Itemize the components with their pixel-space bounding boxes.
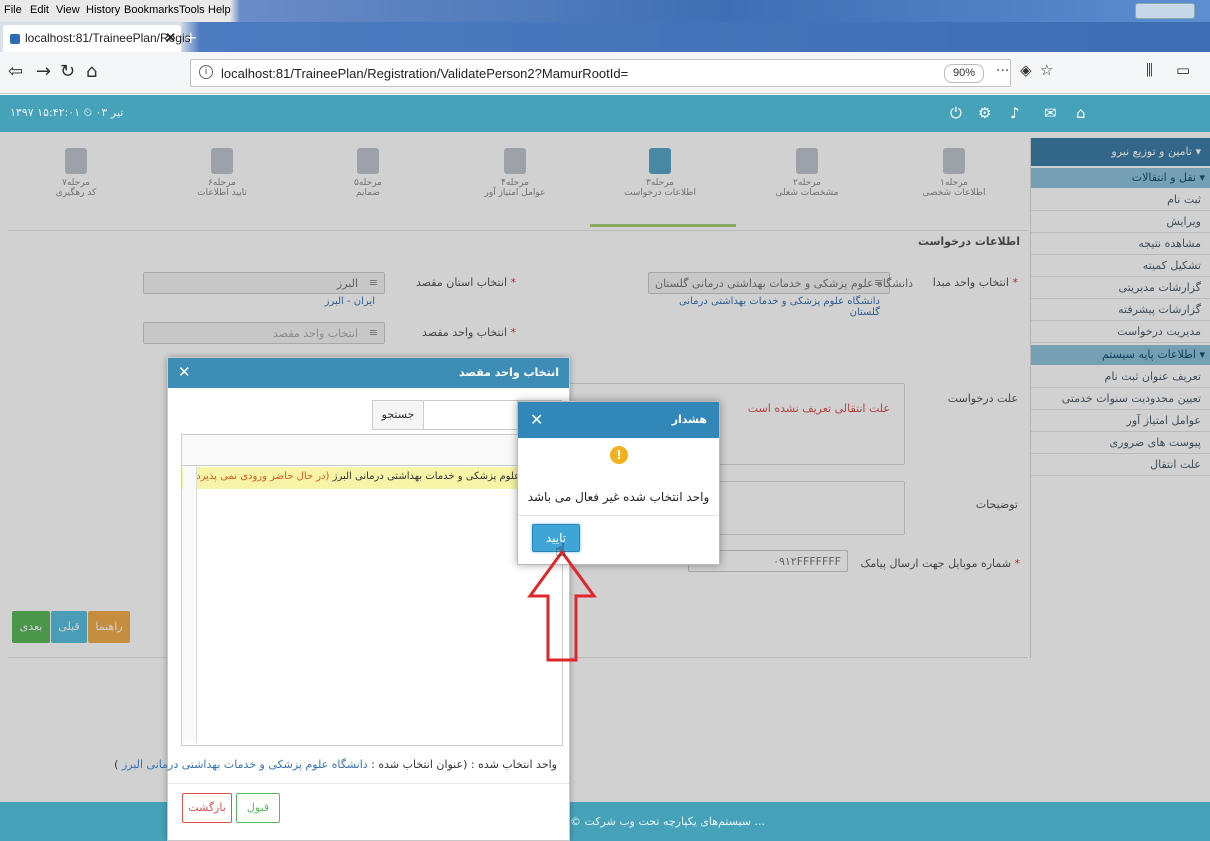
reload-icon[interactable]: ↻ (60, 61, 75, 82)
selected-value: دانشگاه علوم پزشکی و خدمات بهداشتی درمان… (121, 758, 368, 771)
app-header: ۱۳۹۷ تیر ۰۳ ⏲ ۱۵:۴۲:۰۱ ⏻ ⚙ ♪ ✉ ⌂ (0, 95, 1210, 132)
menu-edit[interactable]: Edit (30, 4, 49, 16)
page-actions-icon[interactable]: ··· (996, 63, 1009, 79)
power-icon[interactable]: ⏻ (950, 104, 962, 122)
url-text: localhost:81/TraineePlan/Registration/Va… (221, 66, 629, 81)
warning-header: هشدار ✕ (518, 402, 719, 438)
grid-header: واحد (182, 435, 562, 466)
row-status: (در حال حاضر ورودی نمی پذیرد) (192, 471, 330, 482)
favicon-icon (10, 34, 20, 44)
home-icon[interactable]: ⌂ (86, 61, 97, 82)
accept-button[interactable]: قبول (236, 793, 280, 823)
selected-info: واحد انتخاب شده : (عنوان انتخاب شده : دا… (114, 758, 557, 771)
menu-bookmarks[interactable]: Bookmarks (124, 4, 179, 16)
table-row[interactable]: دانشگاه علوم پزشکی و خدمات بهداشتی درمان… (182, 467, 562, 489)
sidebar-toggle-icon[interactable]: ▭ (1176, 61, 1190, 79)
pocket-icon[interactable]: ◈ (1020, 61, 1032, 79)
zoom-indicator[interactable]: 90% (944, 64, 984, 83)
mail-icon[interactable]: ✉ (1044, 104, 1057, 122)
menu-history[interactable]: History (86, 4, 120, 16)
menu-tools[interactable]: Tools (179, 4, 205, 16)
selected-prefix: واحد انتخاب شده : (عنوان انتخاب شده : (371, 758, 557, 771)
close-tab-icon[interactable]: ✕ (165, 30, 176, 46)
browser-menu-bar: File Edit View History Bookmarks Tools H… (0, 0, 1210, 22)
window-controls[interactable] (1135, 3, 1195, 19)
browser-tab[interactable]: localhost:81/TraineePlan/Regis ✕ (3, 25, 191, 52)
divider (168, 783, 569, 784)
divider (518, 515, 719, 516)
select-destination-dialog: انتخاب واحد مقصد ✕ واحد ... جستجو واحد د… (114, 357, 570, 841)
menu-view[interactable]: View (56, 4, 80, 16)
close-icon[interactable]: ✕ (530, 410, 543, 429)
dialog-title: انتخاب واحد مقصد (459, 366, 559, 379)
menu-help[interactable]: Help (208, 4, 231, 16)
scrollbar[interactable] (183, 467, 197, 743)
hand-cursor-icon: ☝ (555, 540, 566, 561)
annotation-arrow-icon (527, 549, 597, 662)
warning-dialog: هشدار ✕ ! واحد انتخاب شده غیر فعال می با… (517, 401, 720, 565)
bookmark-star-icon[interactable]: ☆ (1040, 61, 1053, 79)
new-tab-icon[interactable]: + (184, 28, 197, 47)
close-icon[interactable]: ✕ (178, 363, 191, 381)
browser-nav-bar: ⇦ → ↻ ⌂ i localhost:81/TraineePlan/Regis… (0, 52, 1210, 94)
selected-suffix: ) (114, 758, 119, 771)
library-icon[interactable]: ⫼ (1146, 61, 1153, 79)
back-button[interactable]: بازگشت (182, 793, 232, 823)
browser-tab-bar: localhost:81/TraineePlan/Regis ✕ + (0, 22, 1210, 52)
footer-text: © سیستم‌های یکپارچه تحت وب شرکت ... (570, 815, 766, 828)
forward-icon[interactable]: → (36, 61, 51, 82)
bell-icon[interactable]: ♪ (1010, 104, 1020, 122)
datetime: ۱۳۹۷ تیر ۰۳ ⏲ ۱۵:۴۲:۰۱ (10, 106, 124, 119)
dialog-header: انتخاب واحد مقصد ✕ (168, 358, 569, 388)
url-bar[interactable]: i localhost:81/TraineePlan/Registration/… (190, 59, 1011, 87)
back-icon[interactable]: ⇦ (8, 61, 23, 82)
warning-title: هشدار (671, 413, 707, 426)
info-icon[interactable]: i (199, 65, 213, 79)
search-button[interactable]: جستجو (372, 400, 424, 430)
warning-icon: ! (610, 446, 628, 464)
gear-icon[interactable]: ⚙ (978, 104, 991, 122)
menu-file[interactable]: File (4, 4, 22, 16)
arrow-shape (527, 549, 597, 662)
warning-message: واحد انتخاب شده غیر فعال می باشد (527, 490, 710, 504)
unit-grid: واحد دانشگاه علوم پزشکی و خدمات بهداشتی … (181, 434, 563, 746)
home-app-icon[interactable]: ⌂ (1076, 104, 1086, 122)
